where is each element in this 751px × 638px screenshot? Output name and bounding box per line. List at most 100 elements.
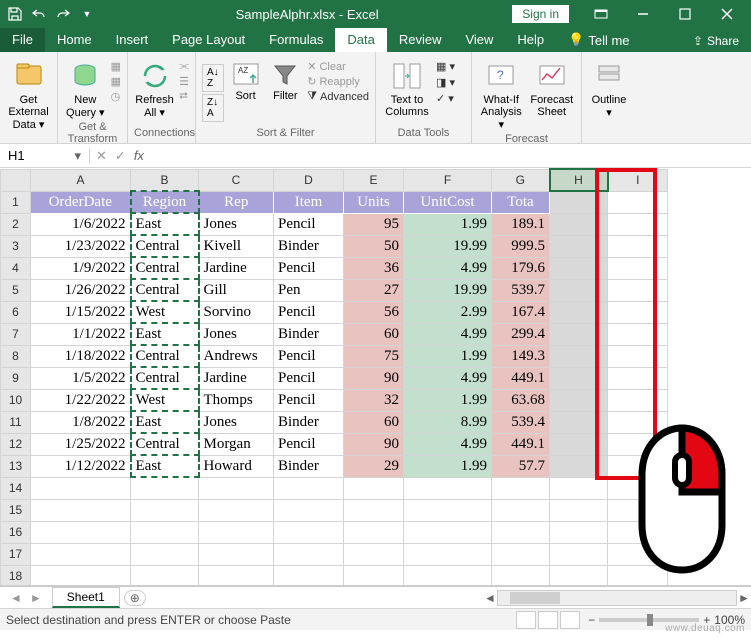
- minimize-icon[interactable]: [623, 0, 663, 28]
- sheet-tab-active[interactable]: Sheet1: [52, 587, 120, 608]
- row-header[interactable]: 15: [1, 499, 31, 521]
- cell[interactable]: Jones: [199, 411, 274, 433]
- properties-button[interactable]: ☰: [179, 75, 189, 88]
- cell[interactable]: Thomps: [199, 389, 274, 411]
- cell[interactable]: [31, 499, 131, 521]
- cell[interactable]: [31, 565, 131, 586]
- cell[interactable]: 1/1/2022: [31, 323, 131, 345]
- cell[interactable]: [31, 521, 131, 543]
- row-header[interactable]: 11: [1, 411, 31, 433]
- tab-home[interactable]: Home: [45, 28, 104, 52]
- cell[interactable]: [492, 565, 550, 586]
- cell[interactable]: 2.99: [404, 301, 492, 323]
- row-header[interactable]: 8: [1, 345, 31, 367]
- col-header-e[interactable]: E: [344, 169, 404, 191]
- cell[interactable]: 4.99: [404, 433, 492, 455]
- cell[interactable]: [550, 345, 608, 367]
- cell[interactable]: [550, 389, 608, 411]
- cell[interactable]: 57.7: [492, 455, 550, 477]
- reapply-button[interactable]: ↻ Reapply: [307, 75, 369, 88]
- cell[interactable]: [492, 521, 550, 543]
- cell[interactable]: [274, 477, 344, 499]
- cell[interactable]: Andrews: [199, 345, 274, 367]
- col-header-a[interactable]: A: [31, 169, 131, 191]
- zoom-out-icon[interactable]: −: [588, 613, 595, 627]
- cancel-icon[interactable]: ✕: [96, 148, 107, 164]
- cell[interactable]: [550, 257, 608, 279]
- cell[interactable]: Central: [131, 345, 199, 367]
- cell[interactable]: Pencil: [274, 367, 344, 389]
- cell[interactable]: 1/6/2022: [31, 213, 131, 235]
- cell[interactable]: Central: [131, 433, 199, 455]
- tell-me[interactable]: 💡Tell me: [556, 28, 641, 52]
- cell[interactable]: 189.1: [492, 213, 550, 235]
- cell[interactable]: [608, 389, 668, 411]
- sort-button[interactable]: AZSort: [228, 56, 264, 102]
- cell[interactable]: Sorvino: [199, 301, 274, 323]
- cell[interactable]: Pencil: [274, 301, 344, 323]
- header-cell[interactable]: UnitCost: [404, 191, 492, 213]
- cell[interactable]: 449.1: [492, 367, 550, 389]
- cell[interactable]: 179.6: [492, 257, 550, 279]
- header-cell[interactable]: Rep: [199, 191, 274, 213]
- cell[interactable]: [608, 235, 668, 257]
- cell[interactable]: West: [131, 389, 199, 411]
- redo-icon[interactable]: [52, 3, 74, 25]
- header-cell[interactable]: Units: [344, 191, 404, 213]
- tab-data[interactable]: Data: [335, 28, 386, 52]
- cell[interactable]: [131, 543, 199, 565]
- tab-insert[interactable]: Insert: [104, 28, 161, 52]
- sheet-prev-icon[interactable]: ◄: [10, 591, 22, 605]
- cell[interactable]: [550, 543, 608, 565]
- cell[interactable]: 95: [344, 213, 404, 235]
- row-header[interactable]: 16: [1, 521, 31, 543]
- row-header[interactable]: 6: [1, 301, 31, 323]
- cell[interactable]: 999.5: [492, 235, 550, 257]
- cell[interactable]: [199, 521, 274, 543]
- add-sheet-button[interactable]: ⊕: [124, 590, 146, 606]
- tab-file[interactable]: File: [0, 28, 45, 52]
- cell[interactable]: 60: [344, 411, 404, 433]
- sign-in-button[interactable]: Sign in: [512, 5, 569, 23]
- cell[interactable]: [274, 499, 344, 521]
- cell[interactable]: 1/12/2022: [31, 455, 131, 477]
- cell[interactable]: 1/22/2022: [31, 389, 131, 411]
- cell[interactable]: 27: [344, 279, 404, 301]
- cell[interactable]: [550, 323, 608, 345]
- normal-view-button[interactable]: [516, 611, 536, 629]
- cell[interactable]: 50: [344, 235, 404, 257]
- cell[interactable]: [550, 279, 608, 301]
- cell[interactable]: [131, 521, 199, 543]
- cell[interactable]: [344, 477, 404, 499]
- enter-icon[interactable]: ✓: [115, 148, 126, 164]
- row-header[interactable]: 9: [1, 367, 31, 389]
- cell[interactable]: [492, 499, 550, 521]
- cell[interactable]: [344, 565, 404, 586]
- cell[interactable]: [274, 543, 344, 565]
- cell[interactable]: 36: [344, 257, 404, 279]
- from-table-button[interactable]: ▦: [111, 75, 121, 88]
- name-box[interactable]: H1▾: [0, 148, 90, 164]
- cell[interactable]: [608, 191, 668, 213]
- cell[interactable]: [608, 301, 668, 323]
- cell[interactable]: Howard: [199, 455, 274, 477]
- row-header[interactable]: 14: [1, 477, 31, 499]
- cell[interactable]: [404, 543, 492, 565]
- cell[interactable]: [492, 477, 550, 499]
- cell[interactable]: [608, 279, 668, 301]
- cell[interactable]: [550, 367, 608, 389]
- cell[interactable]: 149.3: [492, 345, 550, 367]
- cell[interactable]: [550, 565, 608, 586]
- cell[interactable]: [404, 565, 492, 586]
- cell[interactable]: 4.99: [404, 367, 492, 389]
- cell[interactable]: Binder: [274, 323, 344, 345]
- row-header[interactable]: 7: [1, 323, 31, 345]
- col-header-d[interactable]: D: [274, 169, 344, 191]
- cell[interactable]: [131, 565, 199, 586]
- horizontal-scrollbar[interactable]: [497, 590, 737, 606]
- cell[interactable]: 1.99: [404, 345, 492, 367]
- cell[interactable]: [608, 257, 668, 279]
- row-header[interactable]: 17: [1, 543, 31, 565]
- row-header[interactable]: 12: [1, 433, 31, 455]
- page-layout-view-button[interactable]: [538, 611, 558, 629]
